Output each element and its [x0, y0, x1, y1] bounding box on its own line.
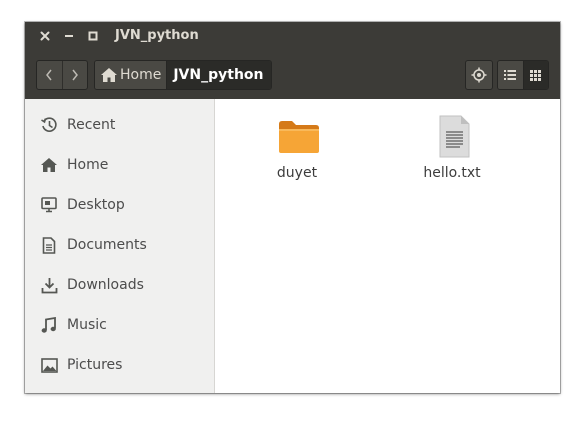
home-icon — [40, 156, 58, 174]
crosshair-icon — [471, 67, 487, 83]
sidebar-item-label: Pictures — [67, 357, 123, 373]
file-item-hello-txt[interactable]: hello.txt — [407, 108, 497, 188]
view-mode-toggle — [497, 60, 549, 90]
folder-item-duyet[interactable]: duyet — [252, 108, 342, 188]
home-icon — [101, 68, 117, 82]
sidebar-item-home[interactable]: Home — [25, 147, 214, 183]
sidebar-item-pictures[interactable]: Pictures — [25, 347, 214, 383]
chevron-right-icon — [72, 69, 78, 81]
sidebar-item-label: Music — [67, 317, 107, 333]
navigation-buttons — [36, 60, 88, 90]
sidebar-item-label: Home — [67, 157, 109, 173]
maximize-icon[interactable] — [87, 30, 99, 42]
breadcrumb-home[interactable]: Home — [95, 61, 167, 89]
sidebar-item-label: Downloads — [67, 277, 144, 293]
sidebar-item-music[interactable]: Music — [25, 307, 214, 343]
grid-view-icon — [530, 69, 542, 81]
sidebar-item-label: Desktop — [67, 197, 125, 213]
picture-icon — [40, 356, 58, 374]
header-bar: JVN_python Home JVN_python — [25, 22, 560, 99]
document-icon — [40, 236, 58, 254]
clock-icon — [40, 116, 58, 134]
file-manager-window: JVN_python Home JVN_python Recent Home D… — [25, 22, 560, 393]
window-controls — [39, 28, 111, 44]
music-icon — [40, 316, 58, 334]
sidebar: Recent Home Desktop Documents Downloads … — [25, 99, 215, 393]
locate-button[interactable] — [465, 60, 493, 90]
folder-icon — [277, 115, 321, 159]
text-file-icon — [432, 115, 476, 159]
file-name: hello.txt — [423, 165, 481, 181]
breadcrumb: Home JVN_python — [94, 60, 272, 90]
breadcrumb-current[interactable]: JVN_python — [166, 61, 271, 89]
list-view-button[interactable] — [498, 61, 523, 89]
breadcrumb-current-label: JVN_python — [173, 67, 264, 83]
sidebar-item-downloads[interactable]: Downloads — [25, 267, 214, 303]
download-icon — [40, 276, 58, 294]
chevron-left-icon — [46, 69, 52, 81]
file-name: duyet — [276, 165, 318, 181]
close-icon[interactable] — [39, 30, 51, 42]
list-view-icon — [504, 70, 517, 80]
sidebar-item-label: Recent — [67, 117, 116, 133]
window-title: JVN_python — [115, 28, 199, 43]
minimize-icon[interactable] — [63, 30, 75, 42]
breadcrumb-home-label: Home — [120, 67, 162, 83]
back-button[interactable] — [37, 61, 62, 89]
grid-view-button[interactable] — [522, 61, 548, 89]
forward-button[interactable] — [61, 61, 88, 89]
file-view: duyet hello.txt — [215, 99, 560, 393]
sidebar-item-documents[interactable]: Documents — [25, 227, 214, 263]
sidebar-item-desktop[interactable]: Desktop — [25, 187, 214, 223]
sidebar-item-label: Documents — [67, 237, 147, 253]
sidebar-item-recent[interactable]: Recent — [25, 107, 214, 143]
desktop-icon — [40, 196, 58, 214]
